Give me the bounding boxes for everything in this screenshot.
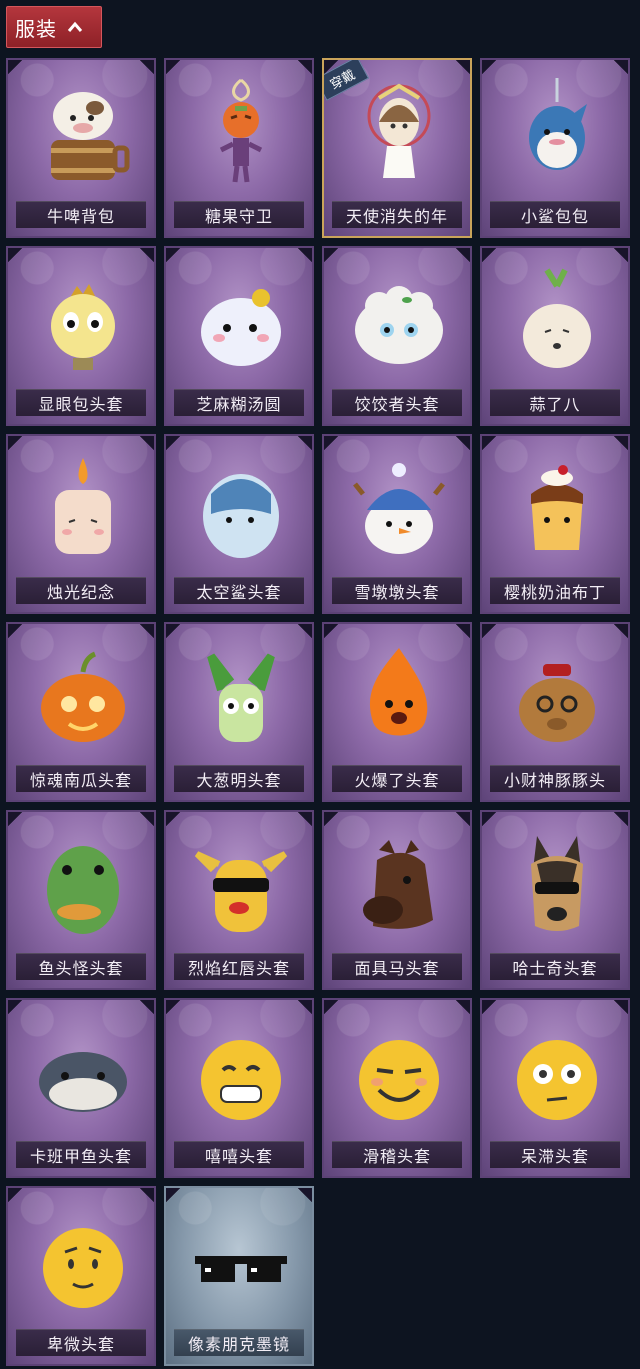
item-card[interactable]: 嘻嘻头套 xyxy=(164,998,314,1178)
red-lips-head-icon xyxy=(194,851,288,932)
item-card[interactable]: 烛光纪念 xyxy=(6,434,156,614)
candy-guard-charm-icon xyxy=(219,78,263,183)
space-shark-head-icon xyxy=(203,474,279,558)
item-card-selected[interactable]: 穿戴 天使消失的年 xyxy=(322,58,472,238)
item-card[interactable]: 呆滞头套 xyxy=(480,998,630,1178)
item-card[interactable]: 卡班甲鱼头套 xyxy=(6,998,156,1178)
item-label: 滑稽头套 xyxy=(332,1141,462,1168)
husky-head-icon xyxy=(531,836,583,931)
rice-ball-head-icon xyxy=(201,289,281,366)
snowman-head-icon xyxy=(353,463,445,554)
item-label: 哈士奇头套 xyxy=(490,953,620,980)
item-card[interactable]: 蒜了八 xyxy=(480,246,630,426)
wardrobe-page: 服装 牛啤背包 糖果守卫 穿戴 天使消失的年 小鲨包包 显眼包头套 芝麻糊汤圆 … xyxy=(0,0,640,1369)
pixel-sunglasses-icon xyxy=(195,1256,287,1282)
item-card[interactable]: 小财神豚豚头 xyxy=(480,622,630,802)
dumpling-head-icon xyxy=(355,286,443,364)
item-card[interactable]: 火爆了头套 xyxy=(322,622,472,802)
candle-head-icon xyxy=(55,458,111,554)
item-label: 蒜了八 xyxy=(490,389,620,416)
pumpkin-head-icon xyxy=(41,651,125,742)
item-label: 像素朋克墨镜 xyxy=(174,1329,304,1356)
cow-beer-backpack-icon xyxy=(51,92,130,180)
item-card[interactable]: 芝麻糊汤圆 xyxy=(164,246,314,426)
item-label: 嘻嘻头套 xyxy=(174,1141,304,1168)
capybara-head-icon xyxy=(519,664,595,742)
item-card[interactable]: 樱桃奶油布丁 xyxy=(480,434,630,614)
item-label: 饺饺者头套 xyxy=(332,389,462,416)
item-label: 面具马头套 xyxy=(332,953,462,980)
item-card[interactable]: 大葱明头套 xyxy=(164,622,314,802)
item-label: 惊魂南瓜头套 xyxy=(16,765,146,792)
item-card[interactable]: 小鲨包包 xyxy=(480,58,630,238)
item-card[interactable]: 鱼头怪头套 xyxy=(6,810,156,990)
garlic-head-icon xyxy=(523,268,591,368)
item-label: 天使消失的年 xyxy=(332,201,462,228)
horse-head-icon xyxy=(363,840,433,929)
item-label: 糖果守卫 xyxy=(174,201,304,228)
item-card[interactable]: 卑微头套 xyxy=(6,1186,156,1366)
item-label: 鱼头怪头套 xyxy=(16,953,146,980)
dazed-emoji-head-icon xyxy=(517,1040,597,1120)
fish-head-icon xyxy=(47,846,119,934)
item-card[interactable]: 惊魂南瓜头套 xyxy=(6,622,156,802)
scallion-head-icon xyxy=(207,653,275,742)
item-card[interactable]: 糖果守卫 xyxy=(164,58,314,238)
grin-emoji-head-icon xyxy=(201,1040,281,1120)
lightbulb-head-icon xyxy=(51,284,115,370)
humble-emoji-head-icon xyxy=(43,1228,123,1308)
item-label: 太空鲨头套 xyxy=(174,577,304,604)
item-label: 烛光纪念 xyxy=(16,577,146,604)
item-card[interactable]: 太空鲨头套 xyxy=(164,434,314,614)
item-label: 呆滞头套 xyxy=(490,1141,620,1168)
fire-head-icon xyxy=(369,648,428,736)
armored-fish-head-icon xyxy=(39,1052,127,1112)
item-label: 樱桃奶油布丁 xyxy=(490,577,620,604)
item-label: 小财神豚豚头 xyxy=(490,765,620,792)
funny-emoji-head-icon xyxy=(359,1040,439,1120)
shark-bag-charm-icon xyxy=(529,78,587,170)
item-label: 雪墩墩头套 xyxy=(332,577,462,604)
item-grid: 牛啤背包 糖果守卫 穿戴 天使消失的年 小鲨包包 显眼包头套 芝麻糊汤圆 饺饺者… xyxy=(0,0,640,1369)
item-label: 火爆了头套 xyxy=(332,765,462,792)
item-card[interactable]: 面具马头套 xyxy=(322,810,472,990)
item-card[interactable]: 饺饺者头套 xyxy=(322,246,472,426)
item-label: 显眼包头套 xyxy=(16,389,146,416)
item-label: 小鲨包包 xyxy=(490,201,620,228)
item-card[interactable]: 显眼包头套 xyxy=(6,246,156,426)
item-label: 卑微头套 xyxy=(16,1329,146,1356)
pudding-head-icon xyxy=(531,465,583,550)
item-card[interactable]: 烈焰红唇头套 xyxy=(164,810,314,990)
item-label: 大葱明头套 xyxy=(174,765,304,792)
item-card[interactable]: 像素朋克墨镜 xyxy=(164,1186,314,1366)
item-label: 牛啤背包 xyxy=(16,201,146,228)
item-label: 烈焰红唇头套 xyxy=(174,953,304,980)
item-card[interactable]: 雪墩墩头套 xyxy=(322,434,472,614)
item-label: 卡班甲鱼头套 xyxy=(16,1141,146,1168)
item-card[interactable]: 牛啤背包 xyxy=(6,58,156,238)
item-label: 芝麻糊汤圆 xyxy=(174,389,304,416)
item-card[interactable]: 滑稽头套 xyxy=(322,998,472,1178)
item-card[interactable]: 哈士奇头套 xyxy=(480,810,630,990)
angel-doll-charm-icon xyxy=(367,83,431,178)
